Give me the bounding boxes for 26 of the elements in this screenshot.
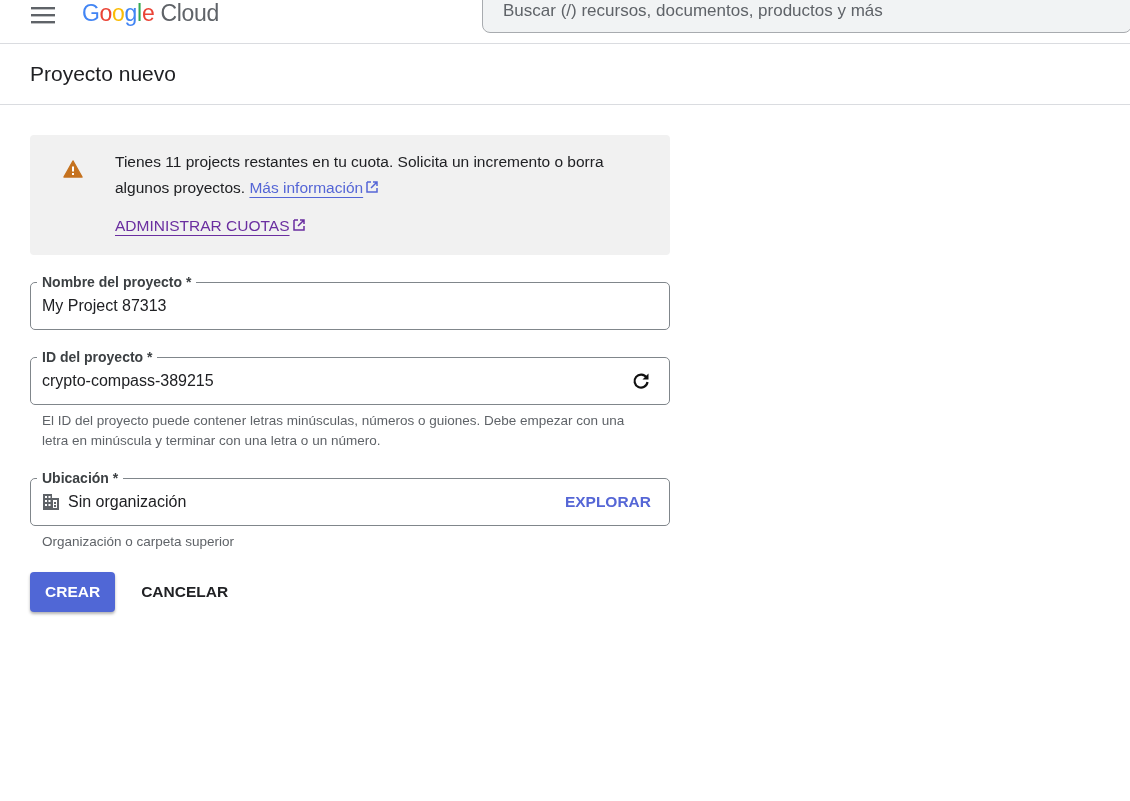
cancel-button[interactable]: CANCELAR: [126, 572, 244, 612]
create-button[interactable]: CREAR: [30, 572, 116, 612]
helper-text: Organización o carpeta superior: [42, 533, 236, 551]
search-field[interactable]: Buscar (/) recursos, documentos, productos y más: [482, 0, 1130, 33]
more-info-link[interactable]: Más información: [249, 179, 380, 196]
field-value: crypto-compass-389215: [42, 372, 215, 390]
page-title: Proyecto nuevo: [30, 62, 176, 86]
input-field[interactable]: Ubicación * Sin organización EXPLORAR: [30, 469, 670, 526]
building-icon: [42, 493, 60, 511]
browse-button[interactable]: EXPLORAR: [564, 493, 651, 511]
logo[interactable]: Google Cloud: [82, 0, 220, 27]
field-label: ID del proyecto *: [41, 348, 154, 366]
input-field[interactable]: Nombre del proyecto * My Project 87313: [30, 273, 670, 330]
input-field[interactable]: ID del proyecto * crypto-compass-389215: [30, 348, 670, 405]
warning-icon: [63, 160, 83, 178]
external-link-icon[interactable]: [291, 218, 306, 232]
menu-icon[interactable]: [31, 5, 55, 24]
helper-text: El ID del proyecto puede contener letras minúsculas, números o guiones. Debe empezar con una letra en minúscula y terminar con una letra o un número.: [42, 412, 626, 450]
notice-text: Tienes 11 projects restantes en tu cuota. Solicita un incremento o borra algunos proyectos. Más información: [115, 152, 605, 198]
field-label: Ubicación *: [41, 469, 120, 487]
field-value: Sin organización: [68, 493, 188, 511]
external-link-icon[interactable]: [365, 180, 380, 194]
refresh-icon[interactable]: [631, 371, 651, 391]
field-value: My Project 87313: [42, 297, 168, 315]
field-label: Nombre del proyecto *: [41, 273, 193, 291]
manage-quotas-link[interactable]: ADMINISTRAR CUOTAS: [115, 217, 306, 235]
